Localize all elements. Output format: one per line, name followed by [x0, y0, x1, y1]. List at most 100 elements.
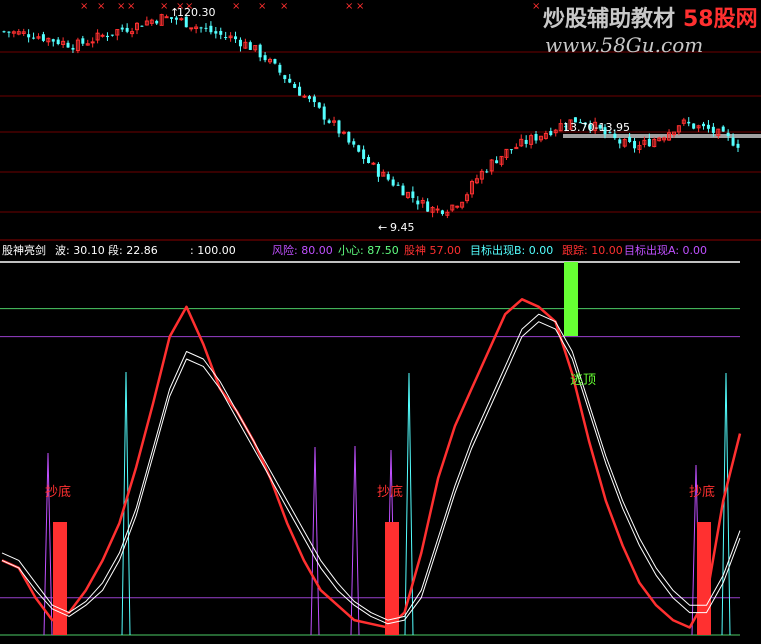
indicator-value: : 100.00 — [190, 244, 236, 257]
x-mark: × — [258, 1, 266, 12]
candle-body — [706, 124, 710, 129]
indicator-value: 目标出现B: 0.00 — [470, 243, 553, 257]
candle-body — [248, 42, 252, 50]
indicator-value: 段: 22.86 — [108, 243, 158, 257]
indicator-header: 股神亮剑 波: 30.10 段: 22.86: 100.00 风险: 80.00 小心:… — [2, 243, 707, 257]
candle-body — [307, 96, 311, 99]
candle-body — [396, 184, 400, 186]
indicator-value: 风险: 80.00 — [272, 243, 333, 257]
candle-body — [2, 31, 6, 33]
candle-body — [263, 55, 267, 61]
candle-body — [288, 78, 292, 83]
candle-body — [534, 134, 538, 141]
candle-body — [199, 27, 203, 29]
escape-signal-bar — [564, 262, 578, 336]
high-arrow-icon: ↑ — [170, 6, 179, 19]
candle-body — [327, 120, 331, 123]
watermark-title: 炒股辅助教材 — [543, 6, 675, 32]
candle-body — [105, 35, 109, 38]
candle-body — [376, 163, 380, 177]
candle-body — [90, 41, 95, 44]
candle-body — [391, 179, 395, 186]
candle-body — [633, 140, 637, 149]
candle-body — [293, 84, 297, 88]
candle-body — [416, 200, 420, 205]
watermark-url: www.58Gu.com — [545, 33, 703, 57]
x-mark: × — [80, 1, 88, 12]
candle-body — [238, 39, 242, 47]
low-price-label: 9.45 — [390, 221, 415, 234]
indicator-reference-lines — [0, 261, 740, 636]
watermark: 炒股辅助教材 58股网 www.58Gu.com — [543, 6, 758, 57]
candle-body — [495, 160, 499, 164]
candle-body — [435, 208, 440, 211]
candle-body — [7, 31, 11, 33]
indicator-value: 跟踪: 10.00 — [562, 243, 623, 257]
indicator-value: 小心: 87.50 — [338, 244, 399, 257]
x-mark: × — [345, 1, 353, 12]
candle-body — [386, 174, 390, 180]
candle-body — [711, 126, 715, 133]
candle-body — [71, 47, 75, 50]
candle-body — [549, 130, 553, 136]
candle-body — [155, 20, 159, 24]
x-mark: × — [117, 1, 125, 12]
candle-body — [692, 123, 696, 129]
candle-body — [27, 34, 31, 38]
candle-body — [283, 75, 287, 80]
candle-body — [32, 37, 36, 39]
candle-body — [628, 136, 632, 143]
candle-body — [337, 120, 341, 134]
candle-body — [322, 106, 326, 120]
candle-body — [273, 59, 277, 64]
indicator-line-ma — [1, 313, 741, 621]
candle-body — [647, 138, 651, 147]
indicator-value: 目标出现A: 0.00 — [624, 243, 707, 257]
candle-body — [100, 34, 105, 37]
candle-body — [485, 171, 489, 173]
candle-body — [51, 39, 55, 42]
indicator-name: 股神亮剑 — [2, 243, 46, 257]
candle-body — [509, 149, 513, 151]
candle-body — [411, 191, 415, 198]
range-label: 13.70-13.95 — [563, 121, 630, 134]
candle-body — [164, 16, 169, 19]
candle-body — [298, 86, 302, 96]
candle-body — [125, 27, 129, 32]
candle-body — [219, 31, 223, 35]
candle-body — [401, 185, 405, 196]
candle-body — [371, 162, 376, 165]
buy-signal-label: 抄底 — [45, 484, 71, 500]
candle-body — [455, 205, 460, 208]
signal-spike — [310, 446, 320, 636]
candle-body — [312, 96, 316, 103]
indicator-line-main — [1, 298, 742, 629]
candle-body — [618, 139, 622, 144]
x-mark: × — [356, 1, 364, 12]
indicator-line-ma — [1, 321, 741, 625]
x-mark: × — [97, 1, 105, 12]
candle-body — [302, 95, 307, 98]
high-price-label: 120.30 — [177, 6, 216, 19]
candle-body — [214, 31, 218, 34]
signal-bars — [43, 262, 731, 636]
buy-signal-label: 抄底 — [377, 484, 403, 500]
candle-body — [56, 39, 60, 44]
candle-body — [41, 34, 45, 41]
candle-body — [189, 27, 194, 30]
candle-body — [278, 64, 282, 73]
candle-body — [367, 157, 371, 164]
candle-body — [140, 25, 144, 27]
x-mark: × — [127, 1, 135, 12]
x-mark: × — [280, 1, 288, 12]
candle-body — [362, 149, 366, 159]
candle-body — [120, 27, 124, 30]
x-mark: × — [232, 1, 240, 12]
candle-body — [613, 133, 617, 139]
candle-body — [731, 137, 735, 146]
candle-body — [702, 123, 706, 127]
candle-body — [721, 126, 725, 132]
indicator-lines — [1, 298, 742, 629]
candle-body — [209, 25, 213, 33]
candle-body — [687, 121, 691, 124]
